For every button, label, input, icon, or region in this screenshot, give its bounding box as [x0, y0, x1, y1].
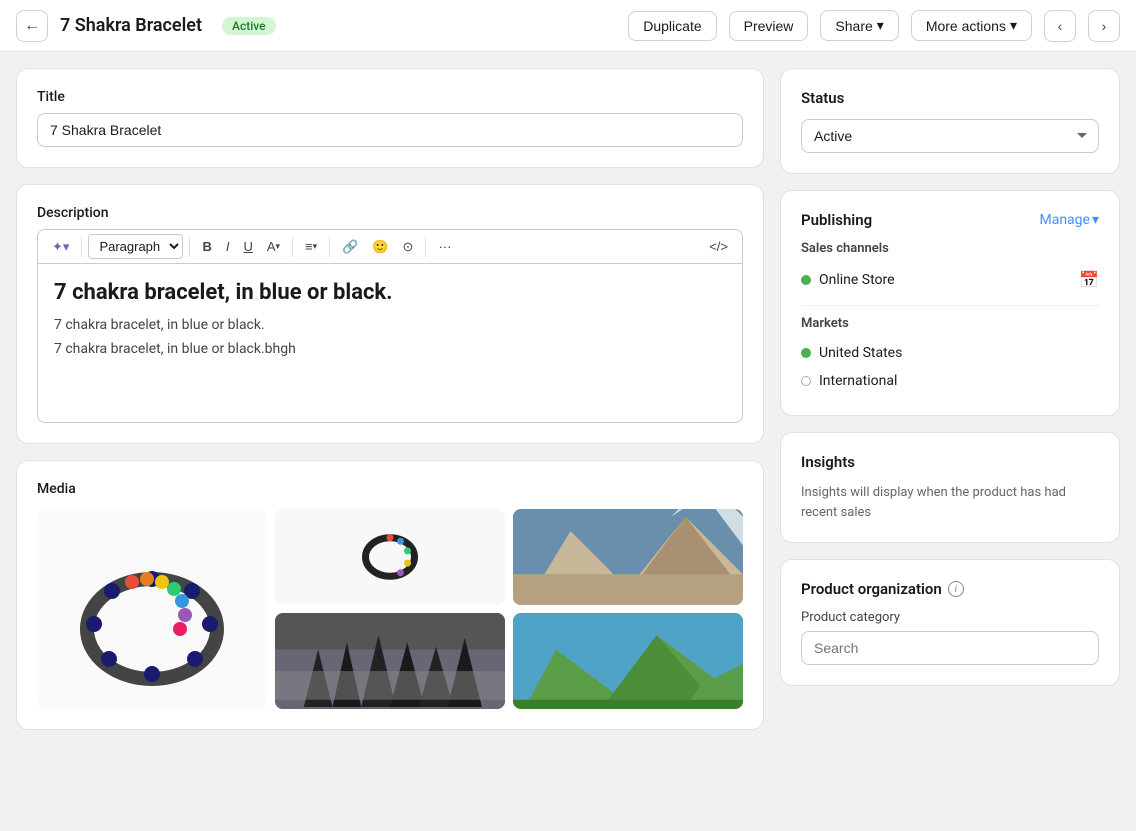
insights-card: Insights Insights will display when the … — [780, 432, 1120, 543]
emoji-button[interactable]: 🙂 — [366, 235, 394, 259]
main-content: Title Description ✦ ▾ Paragraph B — [0, 52, 1136, 746]
calendar-icon[interactable]: 📅 — [1079, 270, 1099, 289]
mention-button[interactable]: ⊙ — [397, 235, 420, 259]
intl-label: International — [819, 373, 897, 389]
us-market-row: United States — [801, 339, 1099, 367]
media-label: Media — [37, 481, 743, 497]
product-org-header: Product organization i — [801, 580, 1099, 598]
category-search-input[interactable] — [801, 631, 1099, 665]
markets-label: Markets — [801, 316, 1099, 331]
title-label: Title — [37, 89, 743, 105]
title-input[interactable] — [37, 113, 743, 147]
media-card: Media — [16, 460, 764, 730]
ai-button[interactable]: ✦ ▾ — [46, 235, 75, 259]
more-actions-button[interactable]: More actions ▾ — [911, 10, 1032, 41]
category-label: Product category — [801, 610, 1099, 625]
ai-chevron-icon: ▾ — [63, 239, 70, 255]
section-divider-1 — [801, 305, 1099, 306]
status-badge: Active — [222, 17, 276, 35]
underline-button[interactable]: U — [237, 235, 258, 258]
link-icon: 🔗 — [342, 239, 358, 255]
insights-description: Insights will display when the product h… — [801, 483, 1099, 522]
preview-button[interactable]: Preview — [729, 11, 809, 41]
product-org-card: Product organization i Product category — [780, 559, 1120, 686]
prev-icon: ‹ — [1058, 18, 1063, 34]
media-thumb-1[interactable] — [275, 509, 505, 605]
more-format-button[interactable]: ··· — [432, 235, 457, 258]
sales-channels-label: Sales channels — [801, 241, 1099, 256]
us-label: United States — [819, 345, 902, 361]
share-chevron-icon: ▾ — [877, 17, 884, 34]
publishing-card: Publishing Manage ▾ Sales channels Onlin… — [780, 190, 1120, 416]
status-card: Status Active Draft Archived — [780, 68, 1120, 174]
duplicate-button[interactable]: Duplicate — [628, 11, 716, 41]
intl-market-row: International — [801, 367, 1099, 395]
right-column: Status Active Draft Archived Publishing … — [780, 68, 1120, 730]
bold-button[interactable]: B — [196, 235, 217, 258]
emoji-icon: 🙂 — [372, 239, 388, 255]
online-store-label: Online Store — [819, 272, 895, 288]
toolbar-divider-3 — [292, 237, 293, 257]
description-label: Description — [37, 205, 743, 221]
product-org-title: Product organization — [801, 580, 942, 598]
share-button[interactable]: Share ▾ — [820, 10, 898, 41]
color-chevron-icon: ▾ — [276, 241, 281, 252]
page-header: ← 7 Shakra Bracelet Active Duplicate Pre… — [0, 0, 1136, 52]
align-chevron-icon: ▾ — [313, 241, 318, 252]
editor-heading: 7 chakra bracelet, in blue or black. — [54, 280, 726, 305]
publishing-title: Publishing — [801, 211, 872, 229]
media-grid — [37, 509, 743, 709]
toolbar-divider-1 — [81, 237, 82, 257]
manage-chevron-icon: ▾ — [1092, 212, 1099, 228]
intl-dot — [801, 376, 811, 386]
code-view-button[interactable]: </> — [703, 235, 734, 258]
page-title: 7 Shakra Bracelet — [60, 15, 202, 36]
more-actions-chevron-icon: ▾ — [1010, 17, 1017, 34]
editor-para-2: 7 chakra bracelet, in blue or black.bhgh — [54, 341, 726, 357]
insights-title: Insights — [801, 453, 1099, 471]
next-page-button[interactable]: › — [1088, 10, 1120, 42]
manage-link[interactable]: Manage ▾ — [1039, 212, 1099, 228]
left-column: Title Description ✦ ▾ Paragraph B — [16, 68, 764, 730]
media-thumb-4[interactable] — [513, 613, 743, 709]
bracelet-svg — [52, 519, 252, 699]
mention-icon: ⊙ — [403, 239, 414, 255]
status-title: Status — [801, 89, 1099, 107]
info-icon: i — [948, 581, 964, 597]
online-store-row: Online Store 📅 — [801, 264, 1099, 295]
media-thumb-2[interactable] — [513, 509, 743, 605]
online-store-dot — [801, 275, 811, 285]
editor-body[interactable]: 7 chakra bracelet, in blue or black. 7 c… — [37, 263, 743, 423]
back-icon: ← — [24, 17, 40, 35]
link-button[interactable]: 🔗 — [336, 235, 364, 259]
editor-toolbar: ✦ ▾ Paragraph B I U A — [37, 229, 743, 263]
prev-page-button[interactable]: ‹ — [1044, 10, 1076, 42]
media-thumb-3[interactable] — [275, 613, 505, 709]
us-dot — [801, 348, 811, 358]
editor-para-1: 7 chakra bracelet, in blue or black. — [54, 317, 726, 333]
back-button[interactable]: ← — [16, 10, 48, 42]
description-card: Description ✦ ▾ Paragraph B I — [16, 184, 764, 444]
toolbar-divider-5 — [425, 237, 426, 257]
toolbar-divider-2 — [189, 237, 190, 257]
status-select[interactable]: Active Draft Archived — [801, 119, 1099, 153]
align-button[interactable]: ≡ ▾ — [299, 235, 323, 258]
next-icon: › — [1102, 18, 1107, 34]
publishing-header: Publishing Manage ▾ — [801, 211, 1099, 229]
italic-button[interactable]: I — [220, 235, 236, 258]
paragraph-select[interactable]: Paragraph — [88, 234, 183, 259]
title-card: Title — [16, 68, 764, 168]
color-button[interactable]: A ▾ — [261, 235, 286, 258]
toolbar-divider-4 — [329, 237, 330, 257]
media-main-image[interactable] — [37, 509, 267, 709]
